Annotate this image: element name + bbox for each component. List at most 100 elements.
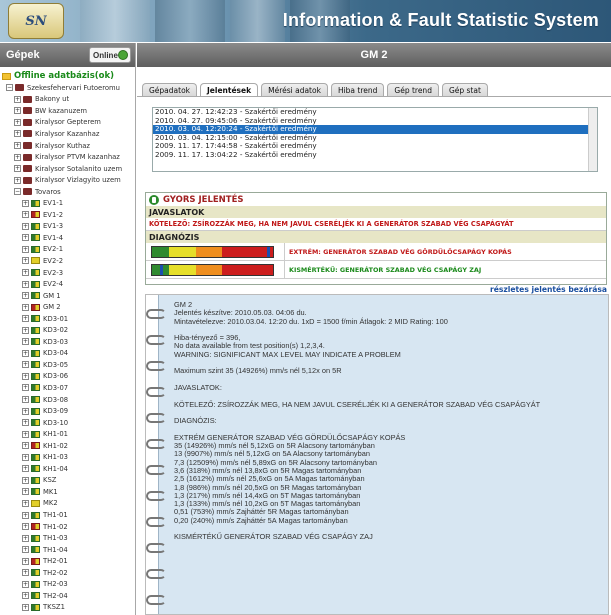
tab-item[interactable]: Gép stat [441,83,488,97]
tree-machine[interactable]: + TH2-01 [2,555,133,567]
expand-icon[interactable]: + [14,176,21,184]
expand-icon[interactable]: + [22,361,29,369]
tree-machine[interactable]: + KD3-05 [2,359,133,371]
collapse-icon[interactable]: − [6,84,13,92]
expand-icon[interactable]: + [22,534,29,542]
tree-machine[interactable]: + TH2-02 [2,567,133,579]
report-list[interactable]: 2010. 04. 27. 12:42:23 - Szakértői eredm… [152,107,598,172]
tree-machine[interactable]: + EV2-4 [2,278,133,290]
tree-machine[interactable]: + KD3-09 [2,405,133,417]
expand-icon[interactable]: + [14,95,21,103]
expand-icon[interactable]: + [22,580,29,588]
expand-icon[interactable]: + [22,199,29,207]
tree-machine[interactable]: + KSZ [2,475,133,487]
online-toggle[interactable]: Online [89,47,131,63]
expand-icon[interactable]: + [22,546,29,554]
tree-machine[interactable]: + GM 2 [2,301,133,313]
expand-icon[interactable]: + [22,442,29,450]
tree-machine[interactable]: + KD3-06 [2,371,133,383]
tree-folder[interactable]: + Kiralysor Kazanhaz [2,128,133,140]
expand-icon[interactable]: + [22,257,29,265]
tree-machine[interactable]: + KH1-01 [2,428,133,440]
tree-machine[interactable]: + MK2 [2,498,133,510]
expand-icon[interactable]: + [22,234,29,242]
tree-machine[interactable]: + TH2-04 [2,590,133,602]
expand-icon[interactable]: + [22,419,29,427]
tree-machine[interactable]: + KD3-07 [2,382,133,394]
expand-icon[interactable]: + [14,130,21,138]
tree-folder[interactable]: + Bakony ut [2,94,133,106]
report-item[interactable]: 2009. 11. 17. 13:04:22 - Szakértői eredm… [153,150,597,160]
expand-icon[interactable]: + [22,222,29,230]
expand-icon[interactable]: + [22,523,29,531]
expand-icon[interactable]: + [22,488,29,496]
close-detailed-report-link[interactable]: részletes jelentés bezárása [490,285,607,294]
expand-icon[interactable]: + [14,153,21,161]
expand-icon[interactable]: + [22,453,29,461]
tree-machine[interactable]: + TH1-02 [2,521,133,533]
tree-folder[interactable]: + BW kazanuzem [2,105,133,117]
expand-icon[interactable]: + [22,338,29,346]
tree-machine[interactable]: + EV2-1 [2,244,133,256]
tree-machine[interactable]: + TH2-03 [2,579,133,591]
expand-icon[interactable]: − [14,188,21,196]
expand-icon[interactable]: + [22,592,29,600]
tree-machine[interactable]: + TH1-01 [2,509,133,521]
expand-icon[interactable]: + [22,465,29,473]
tab-item[interactable]: Gép trend [387,83,439,97]
expand-icon[interactable]: + [22,476,29,484]
tree-machine[interactable]: + TH1-03 [2,532,133,544]
tab-item[interactable]: Mérési adatok [261,83,328,97]
tree-site[interactable]: − Szekesfehervari Futoeromu [2,82,133,94]
tree-folder[interactable]: + Kiralysor Gepterem [2,117,133,129]
report-list-scrollbar[interactable] [588,108,597,171]
expand-icon[interactable]: + [14,165,21,173]
expand-icon[interactable]: + [22,384,29,392]
tree-folder[interactable]: + Kiralysor Vizlagyito uzem [2,174,133,186]
expand-icon[interactable]: + [22,349,29,357]
expand-icon[interactable]: + [22,430,29,438]
tree-root[interactable]: Offline adatbázis(ok) [2,70,133,82]
tree-machine[interactable]: + KH1-04 [2,463,133,475]
tree-machine[interactable]: + KD3-02 [2,324,133,336]
tab-item[interactable]: Jelentések [200,83,259,97]
tab-item[interactable]: Gépadatok [142,83,198,97]
expand-icon[interactable]: + [22,280,29,288]
tree-folder[interactable]: + Kiralysor Sotalanito uzem [2,163,133,175]
tree-machine[interactable]: + EV1-1 [2,197,133,209]
tree-machine[interactable]: + EV1-2 [2,209,133,221]
tree-machine[interactable]: + EV2-2 [2,255,133,267]
expand-icon[interactable]: + [22,245,29,253]
tree-machine[interactable]: + KD3-10 [2,417,133,429]
expand-icon[interactable]: + [22,269,29,277]
expand-icon[interactable]: + [22,603,29,611]
expand-icon[interactable]: + [22,292,29,300]
tree-machine[interactable]: + KD3-08 [2,394,133,406]
tree-folder[interactable]: + Kiralysor PTVM kazanhaz [2,151,133,163]
expand-icon[interactable]: + [22,372,29,380]
expand-icon[interactable]: + [22,569,29,577]
expand-icon[interactable]: + [22,396,29,404]
tree-folder[interactable]: + Kiralysor Kuthaz [2,140,133,152]
expand-icon[interactable]: + [22,211,29,219]
tree-machine[interactable]: + GM 1 [2,290,133,302]
tree-machine[interactable]: + KH1-02 [2,440,133,452]
tree-machine[interactable]: + EV1-3 [2,221,133,233]
tree-machine[interactable]: + TKSZ1 [2,602,133,614]
tab-item[interactable]: Hiba trend [330,83,385,97]
expand-icon[interactable]: + [22,315,29,323]
tree-machine[interactable]: + KD3-01 [2,313,133,325]
expand-icon[interactable]: + [22,499,29,507]
tree-machine[interactable]: + KD3-04 [2,348,133,360]
tree-machine[interactable]: + MK1 [2,486,133,498]
expand-icon[interactable]: + [22,557,29,565]
expand-icon[interactable]: + [14,142,21,149]
tree-folder[interactable]: − Tovaros [2,186,133,198]
expand-icon[interactable]: + [22,511,29,519]
expand-icon[interactable]: + [14,118,21,126]
tree-machine[interactable]: + EV2-3 [2,267,133,279]
tree-machine[interactable]: + EV1-4 [2,232,133,244]
tree-machine[interactable]: + KH1-03 [2,452,133,464]
expand-icon[interactable]: + [14,107,21,115]
expand-icon[interactable]: + [22,326,29,334]
